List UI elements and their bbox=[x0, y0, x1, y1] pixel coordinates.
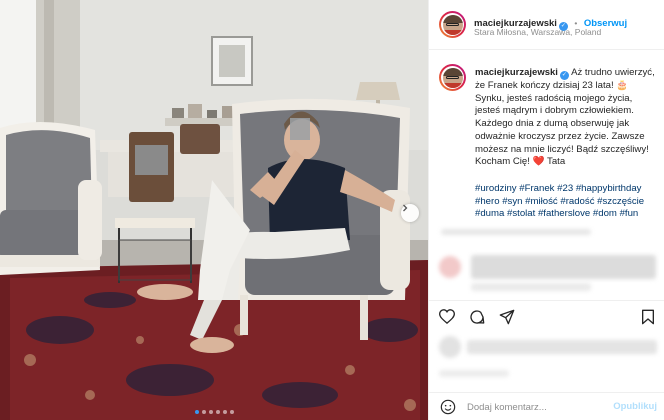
blurred-date bbox=[439, 370, 509, 377]
hashtag-link[interactable]: #miłość bbox=[525, 196, 558, 207]
carousel-dot bbox=[194, 410, 199, 414]
emoji-smiley-icon[interactable] bbox=[440, 399, 456, 420]
post-caption: maciejkurzajewski ✓ Aż trudno uwierzyć, ż… bbox=[475, 67, 659, 169]
action-bar bbox=[429, 300, 664, 330]
blurred-likes bbox=[467, 340, 657, 354]
hashtag-link[interactable]: #szczęście bbox=[597, 196, 644, 207]
post-photo[interactable] bbox=[0, 0, 428, 420]
blurred-comment bbox=[471, 283, 591, 291]
photo-scene bbox=[0, 0, 428, 420]
comment-bubble-icon[interactable] bbox=[469, 309, 485, 330]
avatar[interactable] bbox=[439, 11, 466, 38]
publish-comment-button[interactable]: Opublikuj bbox=[613, 401, 657, 412]
hashtag-link[interactable]: #fun bbox=[620, 208, 639, 219]
hashtag-link[interactable]: #radość bbox=[560, 196, 594, 207]
hashtag-link[interactable]: #duma bbox=[475, 208, 504, 219]
hashtag-link[interactable]: #23 bbox=[557, 183, 573, 194]
hashtag-link[interactable]: #stolat bbox=[507, 208, 535, 219]
verified-badge-icon: ✓ bbox=[559, 71, 569, 80]
hashtag-link[interactable]: #dom bbox=[593, 208, 617, 219]
hashtag-list: #urodziny #Franek #23 #happybirthday #he… bbox=[475, 183, 661, 221]
bookmark-icon[interactable] bbox=[641, 309, 655, 330]
heart-icon[interactable] bbox=[438, 309, 456, 329]
carousel-dot bbox=[229, 410, 234, 414]
carousel-dot bbox=[208, 410, 213, 414]
caption-avatar[interactable] bbox=[439, 64, 466, 91]
blurred-comment bbox=[441, 229, 591, 235]
hashtag-link[interactable]: #fatherslove bbox=[538, 208, 590, 219]
carousel-dot bbox=[201, 410, 206, 414]
carousel-indicator bbox=[0, 410, 428, 414]
carousel-dot bbox=[222, 410, 227, 414]
caption-text: Aż trudno uwierzyć, że Franek kończy dzi… bbox=[475, 67, 655, 168]
blurred-likes-avatar bbox=[439, 336, 461, 358]
post-header: maciejkurzajewski ✓ • Obserwuj Stara Miło… bbox=[429, 0, 664, 50]
hashtag-link[interactable]: #hero bbox=[475, 196, 500, 207]
comment-bar: Opublikuj bbox=[429, 392, 664, 420]
hashtag-link[interactable]: #happybirthday bbox=[576, 183, 642, 194]
paper-plane-icon[interactable] bbox=[499, 309, 515, 330]
comment-input[interactable] bbox=[467, 400, 607, 414]
blurred-avatar bbox=[439, 256, 461, 278]
hashtag-link[interactable]: #Franek bbox=[519, 183, 554, 194]
hashtag-link[interactable]: #urodziny bbox=[475, 183, 517, 194]
carousel-dot bbox=[215, 410, 220, 414]
next-slide-button[interactable] bbox=[401, 204, 419, 222]
post-side-panel: maciejkurzajewski ✓ • Obserwuj Stara Miło… bbox=[428, 0, 664, 420]
post-location[interactable]: Stara Miłosna, Warszawa, Poland bbox=[474, 27, 601, 37]
caption-username[interactable]: maciejkurzajewski bbox=[475, 67, 558, 78]
blurred-comment bbox=[471, 255, 656, 279]
hashtag-link[interactable]: #syn bbox=[502, 196, 522, 207]
